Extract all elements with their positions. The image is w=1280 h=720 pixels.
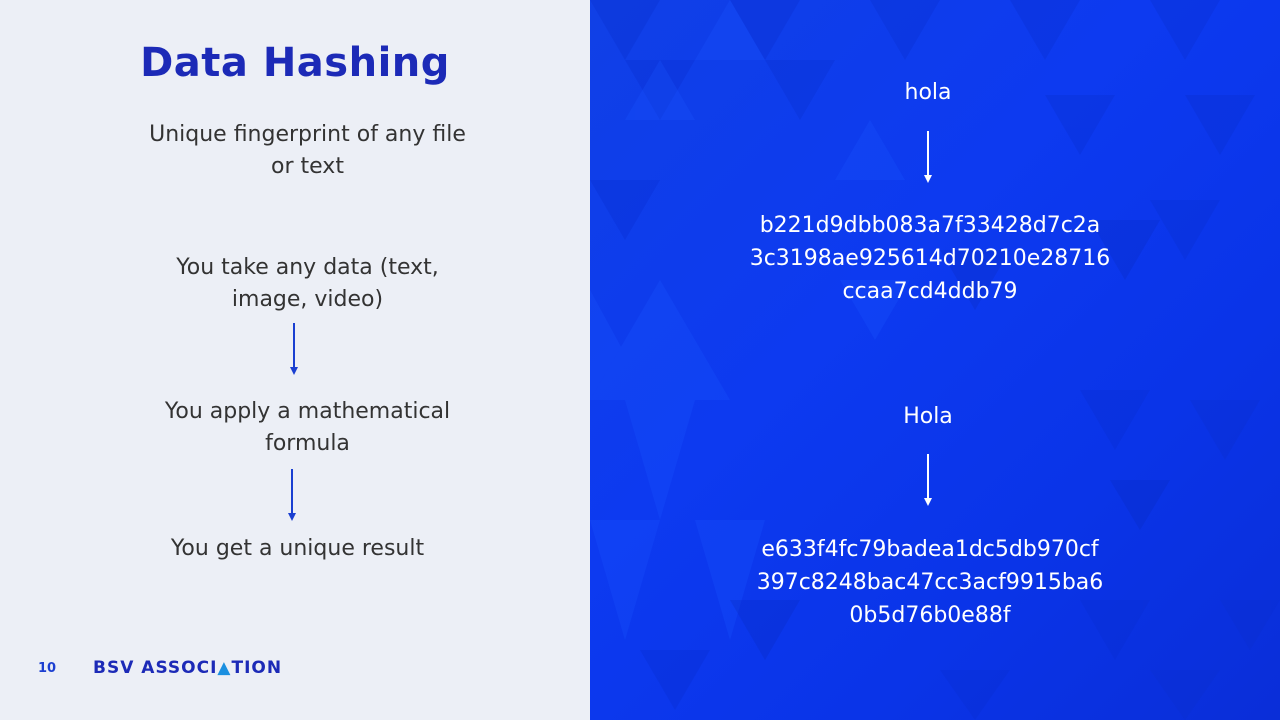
hash-line: e633f4fc79badea1dc5db970cf [761,537,1099,562]
example-hash-hola: b221d9dbb083a7f33428d7c2a 3c3198ae925614… [745,209,1115,308]
example-hash-Hola: e633f4fc79badea1dc5db970cf 397c8248bac47… [745,533,1115,632]
slide-title: Data Hashing [140,40,450,86]
arrow-down-icon [289,323,299,375]
hash-line: 3c3198ae925614d70210e28716 [749,246,1111,271]
hash-line: b221d9dbb083a7f33428d7c2a [759,213,1101,238]
step-apply-formula-line-1: You apply a mathematical [164,399,451,424]
step-take-data-line-1: You take any data (text, [176,255,439,280]
step-take-data-line-2: image, video) [231,287,384,312]
step-apply-formula: You apply a mathematical formula [120,396,495,460]
step-apply-formula-line-2: formula [265,431,350,456]
example-input-Hola: Hola [903,404,953,429]
logo-bsv: BSV [93,658,135,678]
logo-triangle-icon: ▲ [217,658,232,678]
arrow-down-icon [923,131,933,183]
arrow-down-icon [923,454,933,506]
logo-assoc-post: TION [231,658,283,678]
subtitle-line-1: Unique fingerprint of any file [149,122,466,147]
example-input-hola: hola [904,80,952,105]
bsv-association-logo: BSV ASSOCI▲TION [93,658,282,678]
logo-assoc-pre: ASSOCI [141,658,218,678]
hash-line: 397c8248bac47cc3acf9915ba6 [756,570,1104,595]
hash-line: 0b5d76b0e88f [849,603,1011,628]
slide: Data Hashing Unique fingerprint of any f… [0,0,1280,720]
subtitle: Unique fingerprint of any file or text [95,119,520,183]
step-take-data: You take any data (text, image, video) [130,252,485,316]
arrow-down-icon [287,469,297,521]
hash-line: ccaa7cd4ddb79 [842,279,1018,304]
page-number: 10 [38,661,57,676]
subtitle-line-2: or text [271,154,344,179]
step-unique-result: You get a unique result [170,536,425,561]
